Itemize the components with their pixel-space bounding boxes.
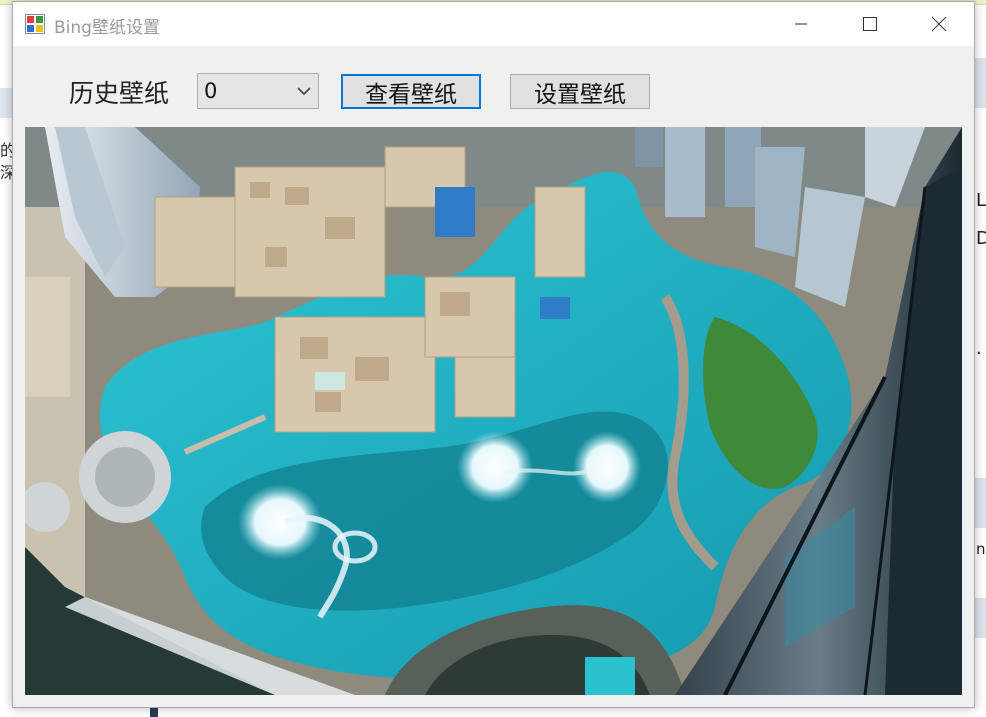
- background-right-edge: L D · ns: [974, 0, 986, 717]
- minimize-icon: [795, 23, 807, 25]
- background-left-text: 的 深: [0, 140, 12, 184]
- background-glyph: ·: [976, 343, 982, 364]
- background-left-strip: [0, 88, 12, 118]
- bing-wallpaper-window: Bing壁纸设置 历史壁纸 0 查看壁纸 设置壁纸: [12, 1, 975, 708]
- background-glyph: L: [976, 190, 986, 211]
- close-icon: [931, 16, 947, 32]
- background-band: [974, 58, 986, 108]
- wallpaper-preview-image: [25, 127, 962, 695]
- background-band: [974, 478, 986, 528]
- set-wallpaper-button[interactable]: 设置壁纸: [510, 74, 650, 109]
- history-wallpaper-label: 历史壁纸: [69, 79, 170, 108]
- background-text-line: 的: [0, 141, 12, 160]
- background-text-line: 深: [0, 163, 12, 182]
- maximize-button[interactable]: [847, 2, 893, 46]
- background-glyph: ns: [976, 540, 986, 558]
- dropdown-selected-value: 0: [204, 79, 218, 103]
- chevron-down-icon: [297, 87, 311, 96]
- background-glyph: D: [976, 228, 986, 249]
- view-wallpaper-button[interactable]: 查看壁纸: [341, 74, 481, 109]
- history-wallpaper-dropdown[interactable]: 0: [197, 73, 319, 109]
- wallpaper-picture: [25, 127, 962, 695]
- title-bar[interactable]: Bing壁纸设置: [13, 2, 974, 46]
- close-button[interactable]: [916, 2, 962, 46]
- app-icon: [25, 14, 45, 34]
- minimize-button[interactable]: [778, 2, 824, 46]
- maximize-icon: [863, 17, 877, 31]
- background-band: [974, 598, 986, 638]
- window-title: Bing壁纸设置: [54, 18, 160, 38]
